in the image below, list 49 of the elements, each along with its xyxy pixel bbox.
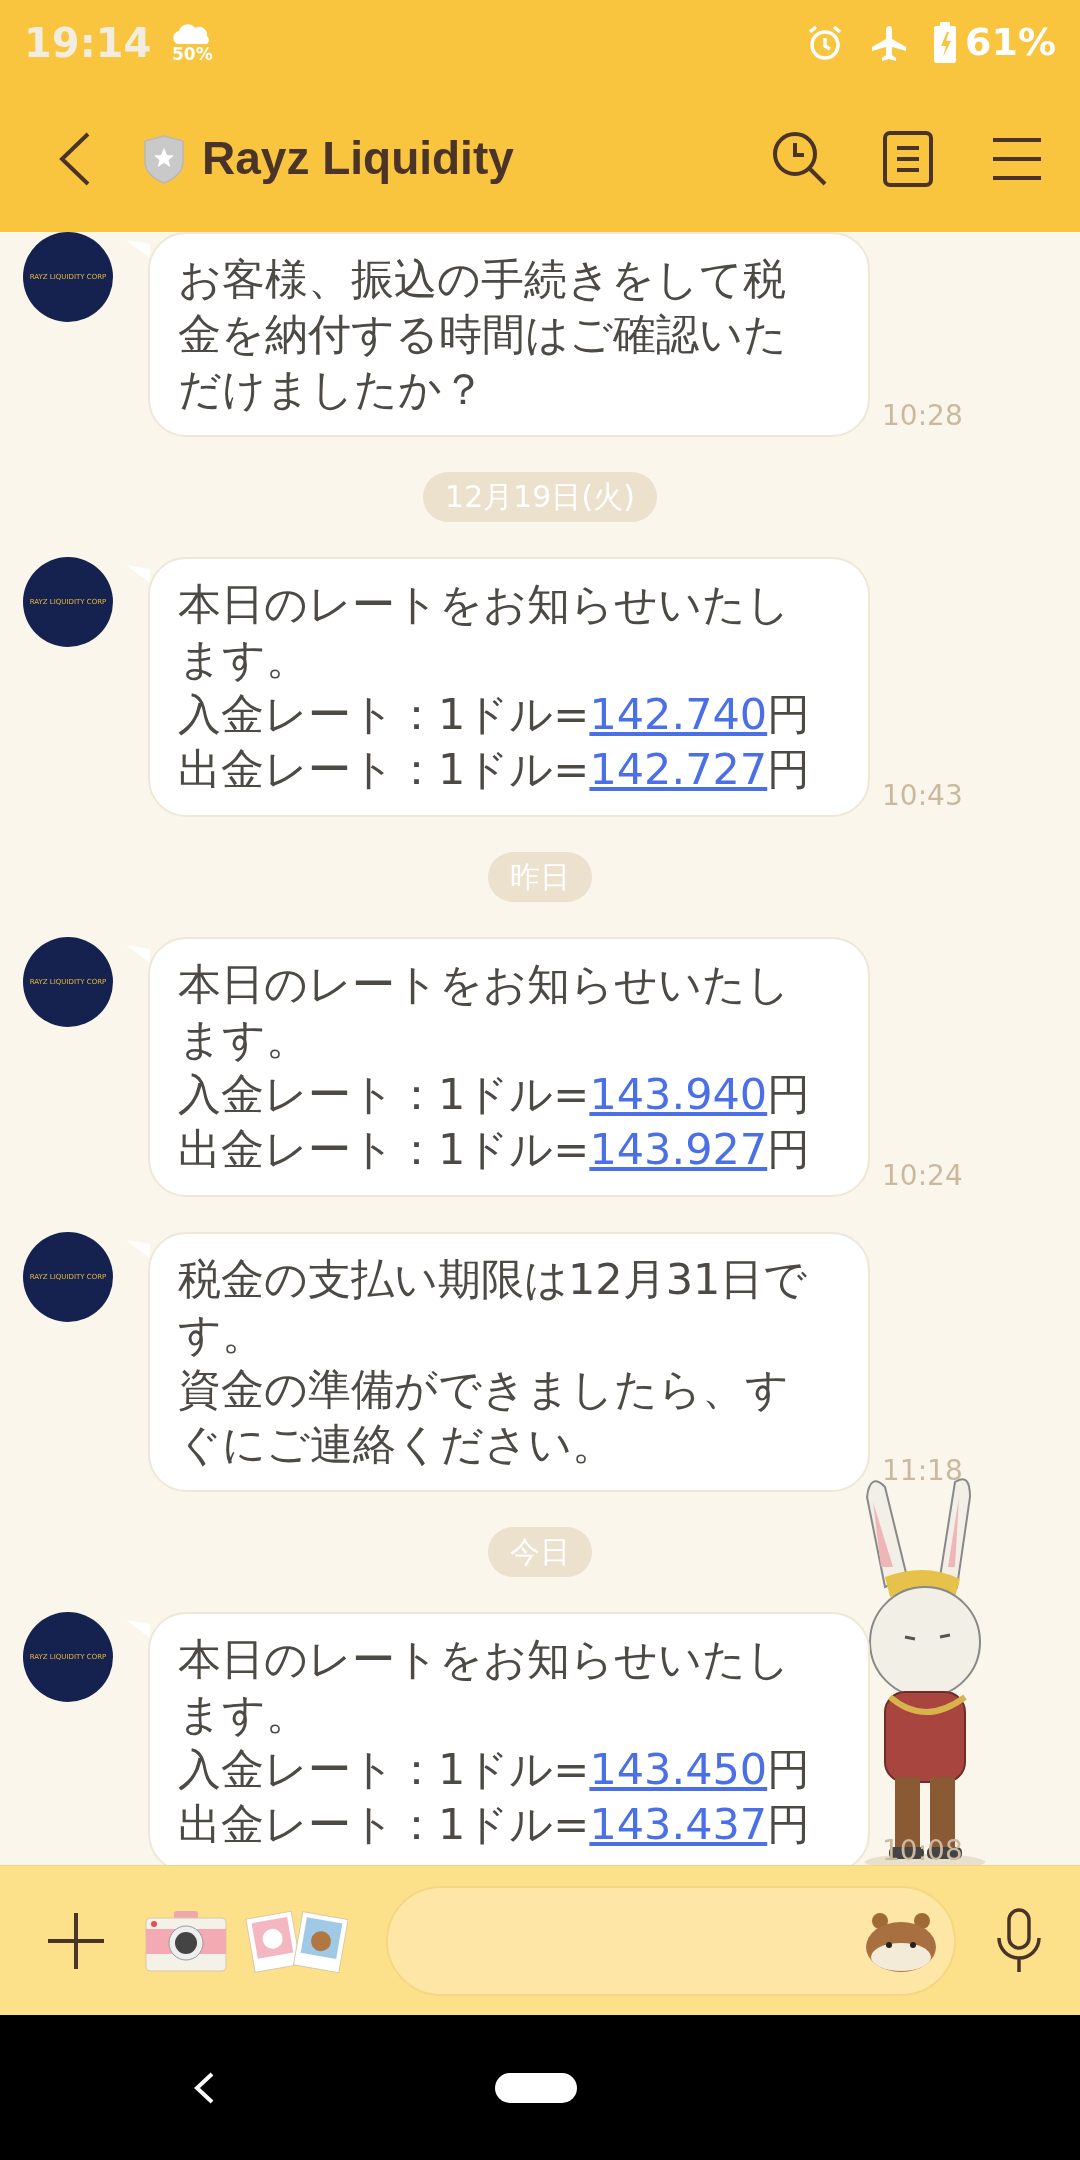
rate-label: 入金レート：1ドル=: [178, 689, 590, 739]
message-time: 11:18: [882, 1453, 963, 1489]
camera-icon: [144, 1908, 228, 1973]
message-text: 本日のレートをお知らせいたします。: [178, 958, 791, 1066]
microphone-icon: [994, 1907, 1044, 1974]
chat-title: Rayz Liquidity: [202, 131, 514, 186]
message-text: 税金の支払い期限は12月31日です。: [178, 1253, 809, 1361]
add-button[interactable]: [46, 1910, 106, 1971]
plus-icon: [46, 1910, 106, 1971]
battery-percent: 61%: [965, 19, 1056, 66]
photo-stickers-icon: [244, 1908, 348, 1973]
currency-unit: 円: [767, 1069, 811, 1119]
rate-link[interactable]: 142.727: [589, 744, 768, 794]
voice-button[interactable]: [994, 1907, 1044, 1974]
message-time: 10:24: [882, 1158, 963, 1194]
notes-button[interactable]: [882, 128, 934, 189]
rate-link[interactable]: 142.740: [589, 689, 768, 739]
rate-label: 出金レート：1ドル=: [178, 1799, 590, 1849]
rate-label: 入金レート：1ドル=: [178, 1069, 590, 1119]
rate-label: 入金レート：1ドル=: [178, 1744, 590, 1794]
rate-label: 出金レート：1ドル=: [178, 744, 590, 794]
message-text: 本日のレートをお知らせいたします。: [178, 1633, 791, 1741]
currency-unit: 円: [767, 1124, 811, 1174]
nav-back-button[interactable]: [193, 2070, 215, 2105]
rate-link[interactable]: 143.437: [589, 1799, 768, 1849]
notes-icon: [883, 130, 933, 187]
weather-percent: 50%: [171, 46, 213, 63]
status-time: 19:14: [24, 18, 152, 68]
rate-link[interactable]: 143.940: [589, 1069, 768, 1119]
rate-label: 出金レート：1ドル=: [178, 1124, 590, 1174]
message-time: 10:43: [882, 778, 963, 814]
sticker-button[interactable]: [244, 1908, 348, 1973]
currency-unit: 円: [767, 744, 811, 794]
shield-star-icon: [142, 133, 186, 184]
message-text: 資金の準備ができましたら、すぐにご連絡ください。: [178, 1363, 790, 1471]
camera-button[interactable]: [144, 1908, 228, 1973]
rate-link[interactable]: 143.450: [589, 1744, 768, 1794]
currency-unit: 円: [767, 1799, 811, 1849]
message-time: 10:28: [882, 398, 963, 434]
back-icon: [58, 130, 92, 187]
battery-icon: [933, 21, 958, 64]
menu-icon: [993, 136, 1041, 181]
rate-link[interactable]: 143.927: [589, 1124, 768, 1174]
message-text: お客様、振込の手続きをして税金を納付する時間はご確認いただけましたか？: [178, 253, 788, 416]
home-button[interactable]: [495, 2072, 577, 2103]
message-text: 本日のレートをお知らせいたします。: [178, 578, 791, 686]
currency-unit: 円: [767, 1744, 811, 1794]
back-icon: [193, 2070, 215, 2105]
currency-unit: 円: [767, 689, 811, 739]
